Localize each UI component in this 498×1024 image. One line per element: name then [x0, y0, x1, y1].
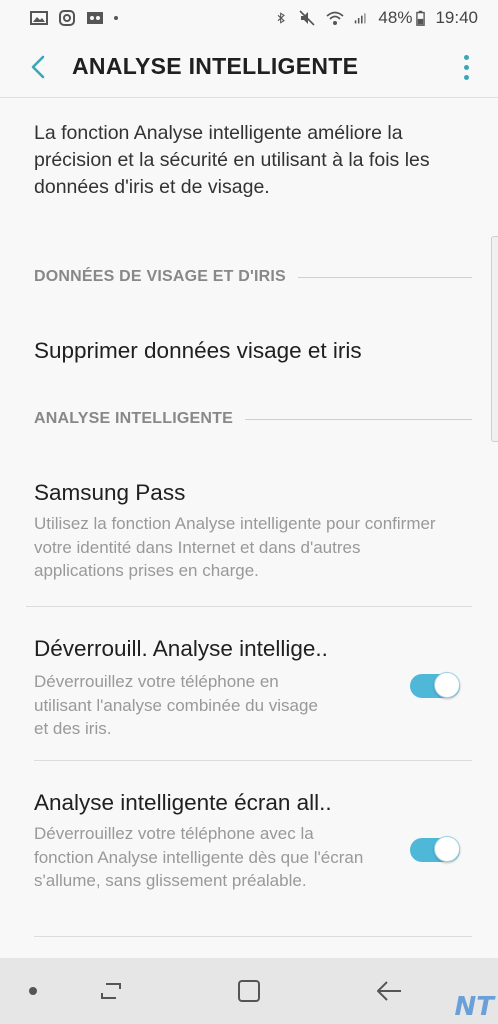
- more-options-button[interactable]: [456, 48, 476, 86]
- status-bar-right: 48% 19:40: [276, 8, 478, 28]
- back-button[interactable]: [6, 36, 70, 98]
- bluetooth-icon: [278, 12, 286, 24]
- list-divider: [34, 936, 472, 937]
- screen-on-intelligent-scan-toggle[interactable]: [410, 836, 460, 864]
- section-header-label: ANALYSE INTELLIGENTE: [34, 410, 233, 427]
- delete-face-iris-data-item[interactable]: Supprimer données visage et iris: [34, 338, 362, 364]
- app-bar: ANALYSE INTELLIGENTE: [0, 36, 498, 98]
- toggle-knob: [434, 836, 460, 862]
- samsung-pass-item-title[interactable]: Samsung Pass: [34, 480, 185, 506]
- battery-percent: 48%: [378, 8, 413, 27]
- home-icon: [238, 980, 260, 1002]
- status-bar-left: [30, 10, 118, 26]
- intro-text: La fonction Analyse intelligente amélior…: [34, 122, 430, 198]
- samsung-pass-item-description: Utilisez la fonction Analyse intelligent…: [34, 514, 436, 580]
- list-divider: [26, 606, 472, 607]
- instagram-icon: [59, 10, 75, 26]
- list-divider: [34, 760, 472, 761]
- recents-icon: [101, 983, 121, 999]
- section-header-face-iris-data: DONNÉES DE VISAGE ET D'IRIS: [34, 268, 472, 286]
- page-title: ANALYSE INTELLIGENTE: [72, 53, 359, 79]
- mute-icon: [299, 10, 315, 26]
- status-bar: 48% 19:40: [0, 0, 498, 36]
- recents-button[interactable]: [96, 976, 126, 1006]
- navigation-bar: NT: [0, 958, 498, 1024]
- notification-dot-icon: [114, 16, 118, 20]
- voicemail-icon: [87, 12, 103, 24]
- intelligent-scan-unlock-toggle[interactable]: [410, 672, 460, 700]
- screen-on-intelligent-scan-description: Déverrouillez votre téléphone avec la fo…: [34, 824, 364, 890]
- nav-dot-icon[interactable]: [18, 976, 48, 1006]
- section-divider: [297, 276, 472, 278]
- more-vertical-icon-dot: [463, 64, 469, 70]
- watermark-logo: NT: [454, 992, 495, 1022]
- more-vertical-icon: [463, 54, 469, 60]
- intelligent-scan-unlock-description: Déverrouillez votre téléphone en utilisa…: [34, 672, 318, 738]
- intelligent-scan-unlock-title[interactable]: Déverrouill. Analyse intellige..: [34, 636, 328, 662]
- signal-icon: [355, 13, 367, 24]
- section-divider: [244, 418, 472, 420]
- section-header-intelligent-scan: ANALYSE INTELLIGENTE: [34, 410, 472, 428]
- scrollbar[interactable]: [491, 236, 498, 442]
- toggle-knob: [434, 672, 460, 698]
- battery-icon: [416, 10, 426, 26]
- section-header-label: DONNÉES DE VISAGE ET D'IRIS: [34, 268, 286, 285]
- gallery-icon: [30, 11, 48, 25]
- dot-icon: [29, 987, 37, 995]
- back-arrow-icon: [377, 981, 401, 1001]
- clock: 19:40: [435, 8, 478, 27]
- screen-on-intelligent-scan-title[interactable]: Analyse intelligente écran all..: [34, 790, 332, 816]
- wifi-icon: [326, 11, 345, 25]
- back-nav-button[interactable]: [374, 976, 404, 1006]
- home-button[interactable]: [234, 976, 264, 1006]
- more-vertical-icon-dot: [463, 74, 469, 80]
- chevron-left-icon: [31, 55, 45, 78]
